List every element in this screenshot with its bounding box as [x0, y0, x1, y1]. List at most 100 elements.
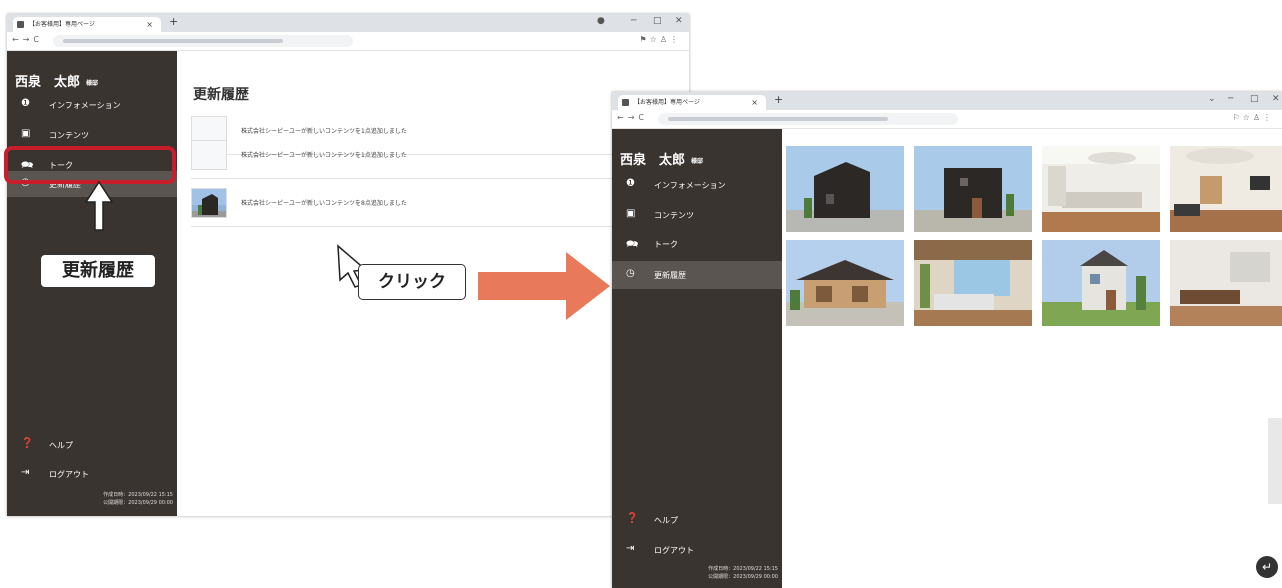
highlight-box: [4, 146, 176, 184]
maximize-icon[interactable]: □: [653, 16, 662, 26]
address-bar: ←→C ⚑☆♙⋮: [7, 32, 689, 51]
close-window-icon[interactable]: ✕: [675, 16, 683, 26]
sidebar-item-label: 更新履歴: [654, 271, 686, 280]
living-room-interior-image: [1170, 240, 1282, 326]
user-name: 西泉 太郎 様邸: [620, 149, 703, 168]
user-name-text: 西泉 太郎: [620, 153, 686, 168]
info-icon: ❶: [21, 98, 30, 109]
url-field[interactable]: [53, 35, 353, 47]
sidebar-item-logout[interactable]: ⇥ ログアウト: [7, 465, 177, 485]
sidebar-item-label: コンテンツ: [49, 131, 89, 140]
house-thumbnail-icon: [192, 189, 226, 217]
created-date: 作成日時：2023/09/22 15:15: [103, 492, 173, 498]
history-icon: ◷: [626, 268, 635, 279]
history-text: 株式会社シーピーユーが新しいコンテンツを1点追加しました: [241, 152, 407, 159]
tab-close-icon[interactable]: ×: [146, 17, 153, 32]
sidebar-item-history[interactable]: ◷ 更新履歴: [612, 261, 782, 289]
content-image-terrace-interior[interactable]: [914, 240, 1032, 326]
sidebar-item-label: インフォメーション: [49, 101, 121, 110]
sidebar-item-help[interactable]: ❓ ヘルプ: [7, 436, 177, 456]
content-image-living-room-interior-2[interactable]: [1170, 240, 1282, 326]
chat-icon: 🗪: [626, 239, 639, 250]
kitchen-interior-image: [1042, 146, 1160, 232]
help-icon: ❓: [21, 438, 34, 449]
sidebar-item-contents[interactable]: ▣ コンテンツ: [7, 124, 177, 146]
sidebar-item-information[interactable]: ❶ インフォメーション: [612, 174, 782, 196]
tab-title: 【お客様用】専用ページ: [634, 99, 700, 106]
house-exterior-image: [1042, 240, 1160, 326]
image-icon: ▣: [21, 128, 31, 139]
sidebar-item-talk[interactable]: 🗪 トーク: [612, 233, 782, 255]
browser-tab[interactable]: 【お客様用】専用ページ ×: [13, 17, 161, 32]
logout-icon: ⇥: [21, 467, 30, 478]
sidebar-item-label: ヘルプ: [49, 441, 73, 450]
browser-window-contents: 【お客様用】専用ページ × + ⌄ ─ □ ✕ ←→C ⚐☆♙⋮ 西泉 太郎 様邸…: [612, 92, 1282, 588]
address-bar: ←→C ⚐☆♙⋮: [612, 110, 1282, 129]
logout-icon: ⇥: [626, 543, 635, 554]
published-date: 公開期限：2023/09/29 00:00: [103, 500, 173, 506]
living-room-interior-image: [1170, 146, 1282, 232]
tab-close-icon[interactable]: ×: [751, 95, 758, 110]
date-meta: 作成日時：2023/09/22 15:15 公開期限：2023/09/29 00…: [708, 565, 778, 581]
minimize-icon[interactable]: ─: [631, 16, 636, 26]
toolbar-icons[interactable]: ⚑☆♙⋮: [639, 35, 681, 44]
sidebar-item-help[interactable]: ❓ ヘルプ: [612, 511, 782, 531]
house-exterior-image: [786, 240, 904, 326]
tab-title: 【お客様用】専用ページ: [29, 21, 95, 28]
terrace-interior-image: [914, 240, 1032, 326]
history-thumbnail: [191, 188, 227, 218]
sidebar-item-logout[interactable]: ⇥ ログアウト: [612, 541, 782, 561]
url-text-blurred: [668, 117, 888, 121]
nav-buttons[interactable]: ←→C: [12, 35, 43, 44]
close-window-icon[interactable]: ✕: [1272, 94, 1280, 104]
minimize-icon[interactable]: ─: [1228, 94, 1233, 104]
sidebar-item-contents[interactable]: ▣ コンテンツ: [612, 204, 782, 226]
content-image-house-exterior-two-story[interactable]: [1042, 240, 1160, 326]
favicon-icon: [622, 99, 629, 106]
sidebar-item-label: ログアウト: [654, 546, 694, 555]
image-icon: ▣: [626, 208, 636, 219]
new-tab-button[interactable]: +: [169, 15, 178, 28]
chevron-down-icon[interactable]: ⌄: [1208, 94, 1216, 104]
scrollbar[interactable]: [1268, 418, 1282, 504]
url-field[interactable]: [658, 113, 958, 125]
content-image-house-exterior-dark-2[interactable]: [914, 146, 1032, 232]
sidebar-item-label: トーク: [654, 240, 678, 249]
date-meta: 作成日時：2023/09/22 15:15 公開期限：2023/09/29 00…: [103, 491, 173, 507]
sidebar: 西泉 太郎 様邸 ❶ インフォメーション ▣ コンテンツ 🗪 トーク ◷ 更新履歴…: [612, 129, 782, 588]
nav-buttons[interactable]: ←→C: [617, 113, 648, 122]
content-image-living-room-interior[interactable]: [1170, 146, 1282, 232]
content-image-kitchen-interior[interactable]: [1042, 146, 1160, 232]
user-name: 西泉 太郎 様邸: [15, 71, 98, 90]
created-date: 作成日時：2023/09/22 15:15: [708, 566, 778, 572]
history-thumbnail: [191, 140, 227, 170]
published-date: 公開期限：2023/09/29 00:00: [708, 574, 778, 580]
history-callout-label: 更新履歴: [40, 254, 156, 288]
page-title: 更新履歴: [193, 87, 249, 103]
tab-bar: 【お客様用】専用ページ × + ● ─ □ ✕: [7, 14, 689, 32]
toolbar-icons[interactable]: ⚐☆♙⋮: [1232, 113, 1274, 122]
sidebar-item-label: インフォメーション: [654, 181, 726, 190]
history-text: 株式会社シーピーユーが新しいコンテンツを8点追加しました: [241, 200, 407, 207]
tab-bar: 【お客様用】専用ページ × + ⌄ ─ □ ✕: [612, 92, 1282, 110]
pointer-arrow-icon: [84, 180, 114, 231]
house-exterior-image: [786, 146, 904, 232]
maximize-icon[interactable]: □: [1250, 94, 1259, 104]
sidebar-item-information[interactable]: ❶ インフォメーション: [7, 94, 177, 116]
click-callout-label: クリック: [358, 264, 466, 300]
url-text-blurred: [63, 39, 283, 43]
browser-tab[interactable]: 【お客様用】専用ページ ×: [618, 95, 766, 110]
sidebar-item-label: コンテンツ: [654, 211, 694, 220]
user-honorific: 様邸: [86, 80, 99, 87]
return-icon[interactable]: ↵: [1256, 556, 1278, 578]
content-image-house-exterior-dark-1[interactable]: [786, 146, 904, 232]
content-image-house-exterior-hip-roof[interactable]: [786, 240, 904, 326]
user-honorific: 様邸: [691, 158, 704, 165]
info-icon: ❶: [626, 178, 635, 189]
profile-icon[interactable]: ●: [597, 16, 605, 26]
sidebar-item-label: ログアウト: [49, 470, 89, 479]
new-tab-button[interactable]: +: [774, 93, 783, 106]
transition-arrow-icon: [478, 252, 610, 320]
favicon-icon: [17, 21, 24, 28]
help-icon: ❓: [626, 513, 639, 524]
